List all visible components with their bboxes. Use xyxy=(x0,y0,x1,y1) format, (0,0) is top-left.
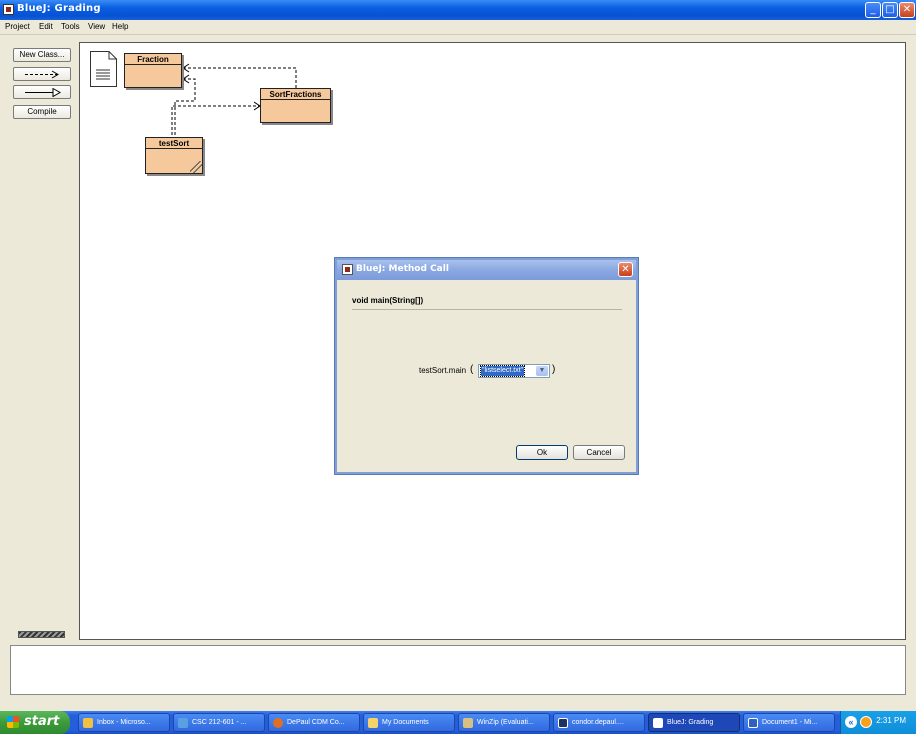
class-name: testSort xyxy=(146,138,202,149)
maximize-button[interactable]: □ xyxy=(882,2,898,18)
firefox-icon xyxy=(273,718,283,728)
windows-logo-icon xyxy=(7,716,19,728)
chevron-down-icon[interactable]: ▼ xyxy=(536,366,548,376)
open-paren: ( xyxy=(470,364,474,375)
dialog-close-button[interactable]: ✕ xyxy=(618,262,633,277)
dialog-title: BlueJ: Method Call xyxy=(356,264,449,274)
argument-combobox[interactable]: "listselect.txt" ▼ xyxy=(478,364,550,378)
method-signature: void main(String[]) xyxy=(352,296,424,305)
task-label: condor.depaul.... xyxy=(572,719,624,726)
divider xyxy=(352,309,622,310)
cancel-button[interactable]: Cancel xyxy=(573,445,625,460)
tray-expand-icon[interactable]: « xyxy=(845,716,857,728)
bluej-dialog-icon xyxy=(342,264,353,275)
ok-button[interactable]: Ok xyxy=(516,445,568,460)
class-name: Fraction xyxy=(125,54,181,65)
message-panel[interactable] xyxy=(10,645,906,695)
readme-document-icon[interactable] xyxy=(90,51,117,87)
start-button[interactable]: start xyxy=(0,711,70,734)
tray-app-icon[interactable] xyxy=(860,716,872,728)
task-label: DePaul CDM Co... xyxy=(287,719,345,726)
dashed-arrow-icon xyxy=(25,70,59,79)
taskbar-item-csc212[interactable]: CSC 212-601 - ... xyxy=(173,713,265,732)
taskbar-item-my-documents[interactable]: My Documents xyxy=(363,713,455,732)
new-class-button[interactable]: New Class... xyxy=(13,48,71,62)
taskbar-item-inbox[interactable]: Inbox - Microso... xyxy=(78,713,170,732)
window-title: BlueJ: Grading xyxy=(17,3,101,14)
dependency-arrow-button[interactable] xyxy=(13,67,71,81)
task-label: Document1 - Mi... xyxy=(762,719,818,726)
dialog-title-bar[interactable]: BlueJ: Method Call ✕ xyxy=(337,260,636,280)
inheritance-arrow-button[interactable] xyxy=(13,85,71,99)
machine-activity-indicator xyxy=(18,631,65,638)
system-tray: « 2:31 PM xyxy=(840,711,916,734)
argument-value[interactable]: "listselect.txt" xyxy=(479,365,526,377)
taskbar-item-bluej[interactable]: BlueJ: Grading xyxy=(648,713,740,732)
bluej-app-icon xyxy=(3,4,14,15)
window-title-bar[interactable]: BlueJ: Grading _ □ ✕ xyxy=(0,0,916,20)
taskbar-item-depaul-cdm[interactable]: DePaul CDM Co... xyxy=(268,713,360,732)
class-sortfractions[interactable]: SortFractions xyxy=(260,88,331,123)
folder-icon xyxy=(368,718,378,728)
start-label: start xyxy=(24,714,60,729)
task-label: BlueJ: Grading xyxy=(667,719,714,726)
taskbar-item-condor[interactable]: condor.depaul.... xyxy=(553,713,645,732)
word-icon xyxy=(748,718,758,728)
taskbar-item-document1[interactable]: Document1 - Mi... xyxy=(743,713,835,732)
class-name: SortFractions xyxy=(261,89,330,100)
taskbar: start Inbox - Microso... CSC 212-601 - .… xyxy=(0,711,916,734)
menu-help[interactable]: Help xyxy=(112,22,128,31)
bluej-icon xyxy=(653,718,663,728)
minimize-button[interactable]: _ xyxy=(865,2,881,18)
winzip-icon xyxy=(463,718,473,728)
class-testsort[interactable]: testSort xyxy=(145,137,203,174)
task-label: Inbox - Microso... xyxy=(97,719,151,726)
outlook-icon xyxy=(83,718,93,728)
solid-arrow-icon xyxy=(25,88,62,97)
terminal-icon xyxy=(558,718,568,728)
class-fraction[interactable]: Fraction xyxy=(124,53,182,88)
close-paren: ) xyxy=(552,364,556,375)
compile-button[interactable]: Compile xyxy=(13,105,71,119)
menu-tools[interactable]: Tools xyxy=(61,22,80,31)
menu-bar: Project Edit Tools View Help xyxy=(0,20,916,35)
close-button[interactable]: ✕ xyxy=(899,2,915,18)
menu-view[interactable]: View xyxy=(88,22,105,31)
task-label: CSC 212-601 - ... xyxy=(192,719,247,726)
needs-compile-hatch xyxy=(190,161,202,173)
method-call-label: testSort.main xyxy=(419,366,467,375)
menu-project[interactable]: Project xyxy=(5,22,30,31)
clock[interactable]: 2:31 PM xyxy=(876,716,906,725)
method-call-dialog: BlueJ: Method Call ✕ void main(String[])… xyxy=(335,258,638,474)
ie-icon xyxy=(178,718,188,728)
menu-edit[interactable]: Edit xyxy=(39,22,53,31)
task-label: WinZip (Evaluati... xyxy=(477,719,534,726)
task-label: My Documents xyxy=(382,719,429,726)
taskbar-item-winzip[interactable]: WinZip (Evaluati... xyxy=(458,713,550,732)
